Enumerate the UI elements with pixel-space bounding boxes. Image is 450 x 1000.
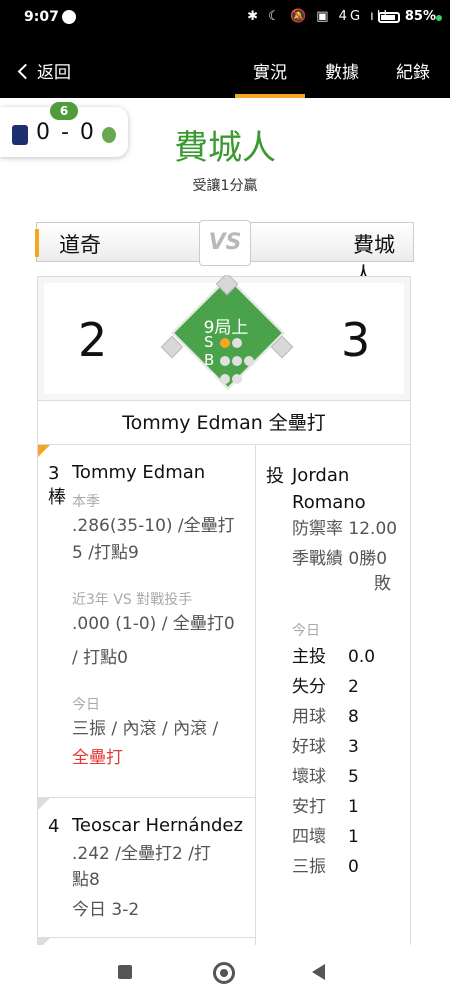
next-batter-stats-line1: .242 /全壘打2 /打 [72, 844, 211, 864]
batter-divider-2 [38, 937, 256, 938]
next-batter-today: 今日 3-2 [72, 900, 140, 920]
season-label: 本季 [72, 494, 100, 510]
status-time: 9:07 [24, 9, 59, 25]
vs-badge: VS [199, 220, 251, 266]
pitcher-runs: 失分 2 [292, 677, 359, 697]
pitcher-label: 投 [266, 466, 284, 487]
back-label: 返回 [37, 63, 71, 83]
pitcher-record-cont: 敗 [374, 574, 391, 594]
mini-score: 0 - 0 [36, 120, 96, 145]
pitcher-strikes: 好球 3 [292, 737, 359, 757]
next-batter-marker [38, 798, 50, 810]
status-bar: 9:07 ✱ ☾ 🔕 ▣ 4G ıll 85% [0, 0, 450, 38]
pitcher-walks: 四壞 1 [292, 827, 359, 847]
inning-badge: 6 [50, 102, 78, 120]
recents-icon[interactable] [118, 965, 132, 979]
scoreboard: 2 3 9局上 S B O [37, 275, 411, 401]
pitcher-strikeouts: 三振 0 [292, 857, 359, 877]
pitcher-record: 季戰績 0勝0 [292, 549, 388, 569]
pitcher-era: 防禦率 12.00 [292, 519, 398, 539]
next-batting-order: 4 [48, 816, 60, 837]
batter-column: 3棒 Tommy Edman 本季 .286(35-10) /全壘打 5 /打點… [38, 445, 256, 960]
home-team-panel[interactable]: 費城人 [244, 222, 414, 287]
home-team-logo [102, 127, 116, 143]
top-nav: 返回 實況 數據 紀錄 [0, 38, 450, 98]
today-label: 今日 [72, 697, 100, 713]
away-team-panel[interactable]: 道奇 [35, 222, 206, 262]
season-stats-line2: 5 /打點9 [72, 543, 139, 563]
status-icons: ✱ ☾ 🔕 ▣ 4G ıll [247, 9, 390, 24]
tab-stats[interactable]: 數據 [325, 58, 359, 83]
batter-name: Tommy Edman [72, 462, 206, 483]
out-count: O [204, 369, 242, 387]
settings-indicator-icon [62, 10, 76, 24]
pitcher-hits: 安打 1 [292, 797, 359, 817]
away-team-name: 道奇 [59, 233, 101, 257]
system-nav-bar [0, 945, 450, 1000]
charging-dot-icon [436, 15, 442, 21]
chevron-left-icon [17, 63, 34, 80]
pitcher-pitch-count: 用球 8 [292, 707, 359, 727]
season-stats-line1: .286(35-10) /全壘打 [72, 516, 235, 536]
batter-divider [38, 797, 256, 798]
selected-marker-icon [35, 229, 53, 257]
strike-count: S [204, 333, 242, 351]
home-icon[interactable] [213, 962, 235, 984]
back-triangle-icon[interactable] [312, 964, 325, 980]
pitcher-column: 投 Jordan Romano 防禦率 12.00 季戰績 0勝0 敗 今日 主投… [256, 445, 410, 960]
tab-live[interactable]: 實況 [235, 58, 305, 98]
next-batter-stats-line2: 點8 [72, 870, 100, 890]
battery-icon [378, 12, 400, 23]
vs-pitcher-label: 近3年 VS 對戰投手 [72, 592, 193, 608]
latest-play: Tommy Edman 全壘打 [37, 401, 411, 445]
away-team-logo [12, 125, 28, 145]
mini-scoreboard[interactable]: 6 0 - 0 [0, 102, 128, 157]
home-score: 3 [341, 313, 371, 367]
pitcher-today-label: 今日 [292, 623, 320, 639]
current-batter-marker [38, 445, 50, 457]
pitcher-innings: 主投 0.0 [292, 647, 376, 667]
today-results: 三振 / 內滾 / 內滾 / [72, 719, 219, 739]
next-batter-name: Teoscar Hernández [72, 815, 243, 836]
vs-pitcher-line2: / 打點0 [72, 648, 128, 668]
baseball-diamond: 9局上 S B O [156, 275, 296, 400]
today-highlight: 全壘打 [72, 748, 123, 768]
tab-records[interactable]: 紀錄 [396, 58, 430, 83]
matchup-row: 道奇 費城人 VS [35, 220, 414, 287]
predicted-winner: 費城人 [174, 128, 276, 168]
pitcher-name: Jordan Romano [292, 465, 366, 513]
batting-order: 3棒 [48, 463, 66, 508]
matchup-details: 3棒 Tommy Edman 本季 .286(35-10) /全壘打 5 /打點… [37, 445, 411, 960]
vs-pitcher-line1: .000 (1-0) / 全壘打0 [72, 614, 235, 634]
battery-level: 85% [404, 9, 436, 24]
ball-count: B [204, 351, 254, 369]
pitcher-balls: 壞球 5 [292, 767, 359, 787]
back-button[interactable]: 返回 [17, 58, 71, 83]
handicap-text: 受讓1分贏 [192, 178, 258, 194]
away-score: 2 [78, 313, 108, 367]
